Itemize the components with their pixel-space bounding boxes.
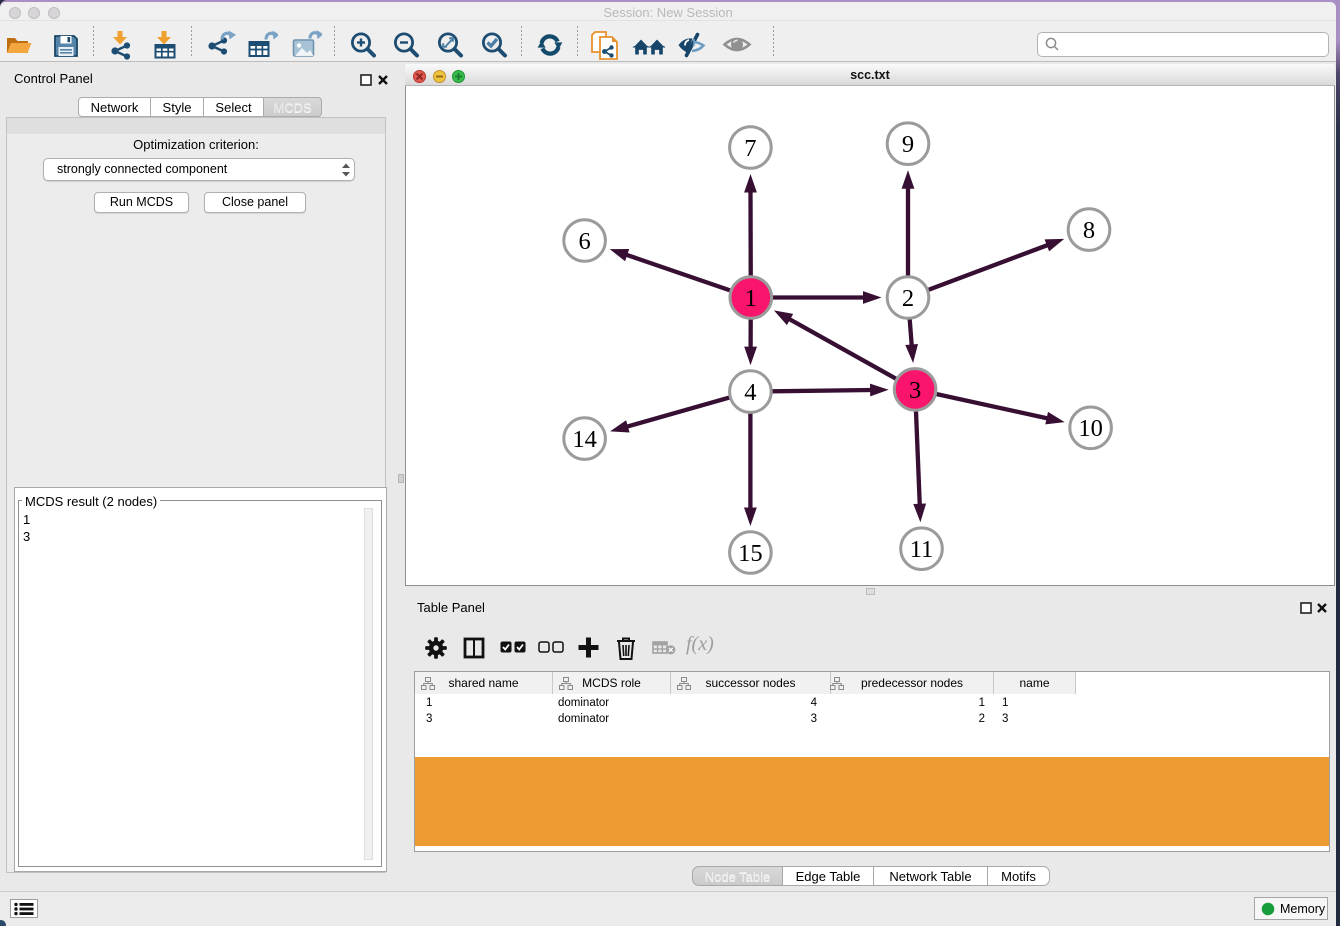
- svg-text:1: 1: [745, 285, 757, 312]
- svg-text:6: 6: [578, 228, 590, 255]
- svg-text:7: 7: [744, 135, 756, 162]
- svg-text:14: 14: [572, 426, 597, 453]
- svg-text:4: 4: [744, 379, 756, 406]
- svg-text:3: 3: [909, 377, 921, 404]
- svg-text:2: 2: [902, 285, 914, 312]
- svg-text:8: 8: [1083, 217, 1095, 244]
- svg-text:10: 10: [1078, 415, 1103, 442]
- svg-text:11: 11: [910, 536, 934, 563]
- svg-text:15: 15: [738, 540, 763, 567]
- svg-text:9: 9: [902, 131, 914, 158]
